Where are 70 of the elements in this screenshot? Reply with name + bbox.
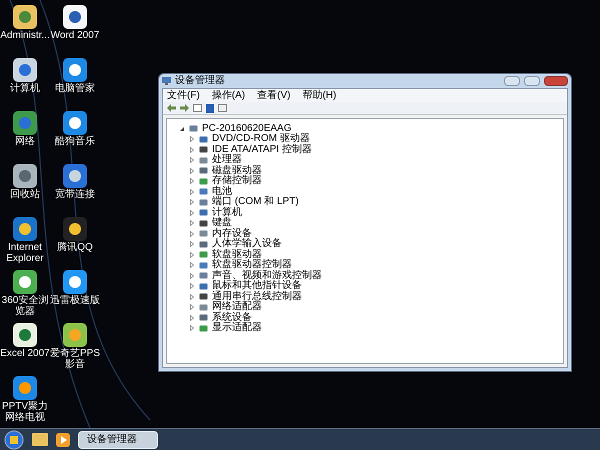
collapsed-triangle-icon[interactable] <box>189 294 195 300</box>
tree-item[interactable]: 存储控制器 <box>212 176 262 186</box>
back-arrow-icon[interactable] <box>167 104 176 112</box>
collapsed-triangle-icon[interactable] <box>189 168 195 174</box>
tree-item[interactable]: 计算机 <box>212 208 242 218</box>
desktop-icon-label[interactable]: 酷狗音乐 <box>55 136 95 147</box>
tree-item[interactable]: 电池 <box>212 186 232 197</box>
desktop-icon-label[interactable]: Word 2007 <box>50 30 100 41</box>
collapsed-triangle-icon[interactable] <box>189 146 195 153</box>
tree-item[interactable]: 处理器 <box>212 155 242 166</box>
collapsed-triangle-icon[interactable] <box>189 199 195 206</box>
collapsed-triangle-icon[interactable] <box>189 325 195 332</box>
tree-item[interactable]: 系统设备 <box>212 312 252 323</box>
collapsed-triangle-icon[interactable] <box>189 283 195 290</box>
desktop-icon-label[interactable]: 计算机 <box>10 83 40 94</box>
desktop-icon-label[interactable]: 迅雷极速版 <box>50 295 100 306</box>
tree-item[interactable]: 键盘 <box>212 218 232 228</box>
desktop-icon-label[interactable]: 宽带连接 <box>55 189 95 200</box>
properties-icon[interactable] <box>193 104 202 112</box>
tree-item[interactable]: 声音、视频和游戏控制器 <box>212 270 322 281</box>
tree-item[interactable]: 通用串行总线控制器 <box>212 292 302 302</box>
close-button[interactable] <box>544 76 568 86</box>
tree-item[interactable]: 端口 (COM 和 LPT) <box>212 197 299 208</box>
tree-item[interactable]: 网络适配器 <box>212 302 262 312</box>
collapsed-triangle-icon[interactable] <box>189 220 195 226</box>
tree-item[interactable]: 鼠标和其他指针设备 <box>212 281 302 292</box>
desktop-icon-label[interactable]: Administr... <box>0 30 50 41</box>
collapsed-triangle-icon[interactable] <box>189 304 195 310</box>
collapsed-triangle-icon[interactable] <box>189 272 195 279</box>
view-icon[interactable] <box>218 104 227 112</box>
desktop-icon-label[interactable]: 回收站 <box>10 189 40 200</box>
tree-item[interactable]: 显示适配器 <box>212 323 262 334</box>
tree-item[interactable]: PC-20160620EAAG <box>202 123 292 134</box>
media-player-icon[interactable] <box>56 432 70 446</box>
tree-item[interactable]: 人体学输入设备 <box>212 239 282 250</box>
collapsed-triangle-icon[interactable] <box>189 314 195 321</box>
desktop-icon-label[interactable]: 网络 <box>15 136 35 147</box>
collapsed-triangle-icon[interactable] <box>189 262 195 268</box>
tree-item[interactable]: DVD/CD-ROM 驱动器 <box>212 134 310 144</box>
tree-item[interactable]: 内存设备 <box>212 228 252 239</box>
tree-item[interactable]: 软盘驱动器 <box>212 250 262 260</box>
collapsed-triangle-icon[interactable] <box>189 210 195 216</box>
desktop-icon-label[interactable]: Excel 2007 <box>0 348 50 359</box>
collapsed-triangle-icon[interactable] <box>189 252 195 258</box>
menu-item[interactable]: 帮助(H) <box>302 90 336 102</box>
desktop-icon-label[interactable]: 腾讯QQ <box>57 242 93 253</box>
tree-item[interactable]: 软盘驱动器控制器 <box>212 260 292 270</box>
taskbar-button[interactable]: 设备管理器 <box>78 430 158 448</box>
tree-item[interactable]: 磁盘驱动器 <box>212 166 262 176</box>
maximize-button[interactable] <box>524 76 540 86</box>
menu-item[interactable]: 查看(V) <box>257 90 290 102</box>
start-orb-icon[interactable] <box>4 430 24 450</box>
collapsed-triangle-icon[interactable] <box>189 157 195 164</box>
menu-item[interactable]: 操作(A) <box>212 90 246 102</box>
window-title: 设备管理器 <box>175 75 225 87</box>
tree-item[interactable]: IDE ATA/ATAPI 控制器 <box>212 144 312 155</box>
collapsed-triangle-icon[interactable] <box>189 241 195 248</box>
desktop-icon-label[interactable]: Internet Explorer <box>0 242 50 264</box>
collapsed-triangle-icon[interactable] <box>189 230 195 237</box>
menu-item[interactable]: 文件(F) <box>167 90 200 102</box>
expanded-triangle-icon[interactable] <box>179 126 185 132</box>
collapsed-triangle-icon[interactable] <box>189 136 195 142</box>
forward-arrow-icon[interactable] <box>180 104 189 112</box>
desktop-icon-label[interactable]: 电脑管家 <box>55 83 95 94</box>
desktop-icon-label[interactable]: 爱奇艺PPS影音 <box>50 348 100 370</box>
desktop-icon-label[interactable]: 360安全浏览器 <box>0 295 50 317</box>
collapsed-triangle-icon[interactable] <box>189 188 195 195</box>
desktop-icon-label[interactable]: PPTV聚力网络电视 <box>0 401 50 423</box>
minimize-button[interactable] <box>504 76 520 86</box>
collapsed-triangle-icon[interactable] <box>189 178 195 184</box>
